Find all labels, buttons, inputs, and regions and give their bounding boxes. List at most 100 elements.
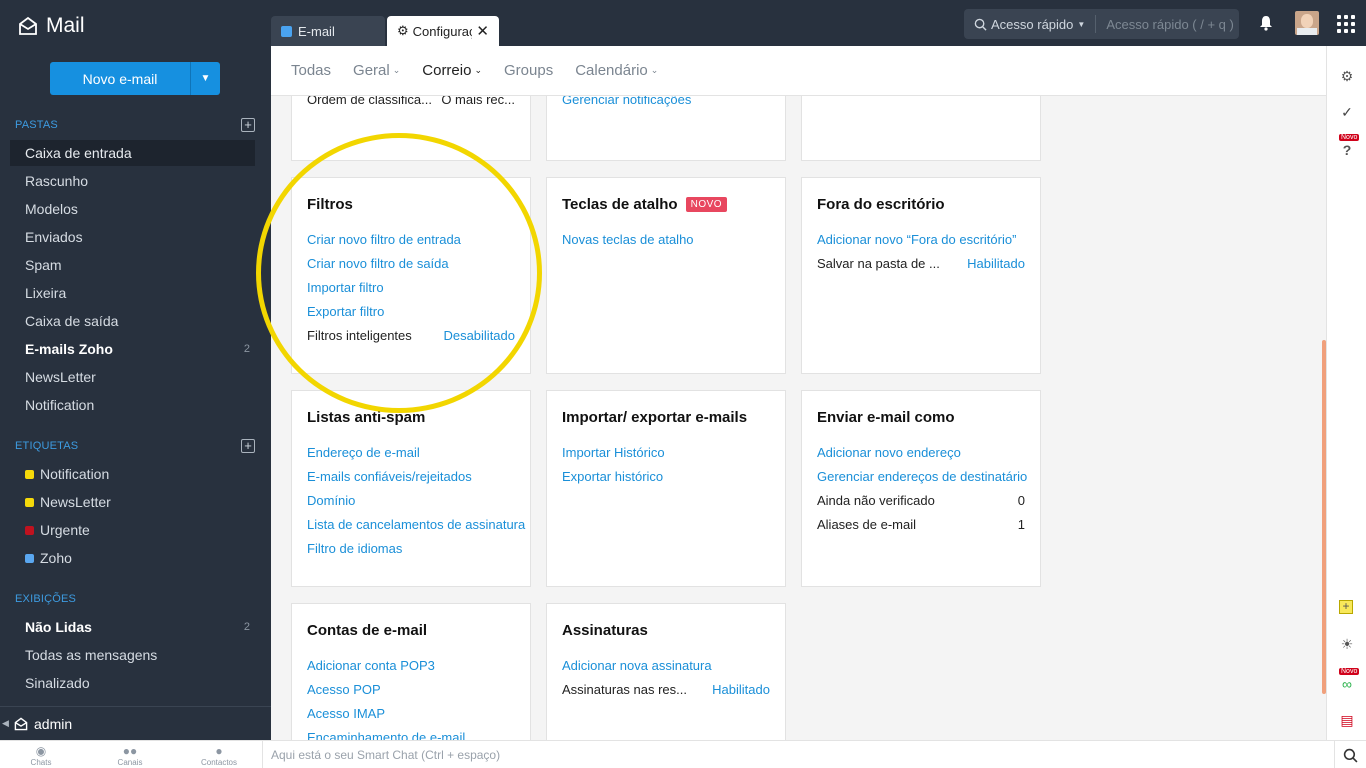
tag-item[interactable]: Zoho bbox=[10, 545, 255, 571]
view-label: Não Lidas bbox=[25, 619, 92, 635]
unread-count: 2 bbox=[243, 621, 250, 633]
person-icon: ● bbox=[215, 744, 223, 758]
card-signatures: Assinaturas Adicionar nova assinatura As… bbox=[546, 603, 786, 740]
card-email-accounts: Contas de e-mail Adicionar conta POP3 Ac… bbox=[291, 603, 531, 740]
add-note-icon[interactable]: + bbox=[1339, 600, 1353, 614]
folder-item-inbox[interactable]: Caixa de entrada bbox=[10, 140, 255, 166]
language-filter-link[interactable]: Filtro de idiomas bbox=[307, 536, 515, 560]
user-avatar[interactable] bbox=[1295, 11, 1319, 35]
subnav-groups[interactable]: Groups bbox=[504, 62, 553, 79]
account-switcher[interactable]: ◀ admin bbox=[0, 706, 271, 740]
contacts-button[interactable]: ● Contactos bbox=[189, 744, 249, 767]
add-address-link[interactable]: Adicionar novo endereço bbox=[817, 440, 1025, 464]
avatar-shirt bbox=[1297, 28, 1317, 35]
help-icon[interactable]: ? bbox=[1339, 142, 1355, 158]
card-title: Enviar e-mail como bbox=[817, 407, 1025, 427]
smart-chat-search-button[interactable] bbox=[1334, 741, 1366, 768]
weather-icon[interactable]: ☀ bbox=[1339, 636, 1355, 652]
unsubscribe-list-link[interactable]: Lista de cancelamentos de assinatura bbox=[307, 512, 525, 536]
save-folder-toggle[interactable]: Habilitado bbox=[967, 256, 1025, 271]
new-mail-dropdown[interactable]: ▼ bbox=[190, 62, 220, 95]
feedback-icon[interactable]: ▤ bbox=[1339, 712, 1355, 728]
manage-notifications-link[interactable]: Gerenciar notificações bbox=[562, 96, 770, 111]
views-section-title: EXIBIÇÕES bbox=[15, 593, 77, 605]
create-incoming-filter-link[interactable]: Criar novo filtro de entrada bbox=[307, 227, 515, 251]
chats-button[interactable]: ◉ Chats bbox=[11, 744, 71, 767]
folder-item-templates[interactable]: Modelos bbox=[10, 196, 255, 222]
add-folder-icon[interactable]: + bbox=[241, 118, 255, 132]
card-links: Criar novo filtro de entrada Criar novo … bbox=[307, 227, 515, 347]
quick-access-dropdown[interactable]: Acesso rápido ▼ bbox=[964, 15, 1097, 33]
add-tag-icon[interactable]: + bbox=[241, 439, 255, 453]
folder-item-newsletter[interactable]: NewsLetter bbox=[10, 364, 255, 390]
create-outgoing-filter-link[interactable]: Criar novo filtro de saída bbox=[307, 251, 515, 275]
chevron-down-icon: ⌄ bbox=[650, 65, 659, 75]
export-history-link[interactable]: Exportar histórico bbox=[562, 464, 770, 488]
card-display-partial: Ordem de classifica... O mais rec... bbox=[291, 96, 531, 161]
import-history-link[interactable]: Importar Histórico bbox=[562, 440, 770, 464]
pop-access-link[interactable]: Acesso POP bbox=[307, 677, 515, 701]
quick-access-label: Acesso rápido bbox=[991, 16, 1074, 32]
notification-bell-icon[interactable] bbox=[1259, 15, 1273, 31]
import-filter-link[interactable]: Importar filtro bbox=[307, 275, 515, 299]
card-links: Adicionar novo “Fora do escritório” Salv… bbox=[817, 227, 1025, 275]
imap-access-link[interactable]: Acesso IMAP bbox=[307, 701, 515, 725]
folder-item-sent[interactable]: Enviados bbox=[10, 224, 255, 250]
domain-link[interactable]: Domínio bbox=[307, 488, 515, 512]
mail-logo-icon bbox=[19, 16, 37, 35]
tag-item[interactable]: Urgente bbox=[10, 517, 255, 543]
chevron-left-icon: ◀ bbox=[2, 718, 9, 728]
gear-icon[interactable]: ⚙ bbox=[1339, 68, 1355, 84]
add-out-of-office-link[interactable]: Adicionar novo “Fora do escritório” bbox=[817, 227, 1025, 251]
tag-item[interactable]: NewsLetter bbox=[10, 489, 255, 515]
search-input[interactable]: Acesso rápido ( / + q ) bbox=[1096, 17, 1234, 32]
checkmark-v-icon[interactable]: ✓ bbox=[1339, 104, 1355, 120]
integration-icon[interactable]: ∞ bbox=[1339, 676, 1355, 692]
tag-label: Urgente bbox=[40, 522, 90, 538]
tag-color-icon bbox=[25, 497, 34, 507]
new-shortcuts-link[interactable]: Novas teclas de atalho bbox=[562, 227, 770, 251]
folder-item-drafts[interactable]: Rascunho bbox=[10, 168, 255, 194]
subnav-calendar[interactable]: Calendário ⌄ bbox=[575, 62, 658, 79]
folder-item-spam[interactable]: Spam bbox=[10, 252, 255, 278]
reply-signatures-toggle[interactable]: Habilitado bbox=[712, 682, 770, 697]
add-signature-link[interactable]: Adicionar nova assinatura bbox=[562, 653, 770, 677]
card-links: Endereço de e-mail E-mails confiáveis/re… bbox=[307, 440, 525, 560]
view-item-all-messages[interactable]: Todas as mensagens bbox=[10, 642, 255, 668]
view-item-unread[interactable]: Não Lidas 2 bbox=[10, 614, 255, 640]
smart-filters-toggle[interactable]: Desabilitado bbox=[443, 328, 515, 343]
manage-recipient-addresses-link[interactable]: Gerenciar endereços de destinatário bbox=[817, 464, 1027, 488]
trusted-rejected-link[interactable]: E-mails confiáveis/rejeitados bbox=[307, 464, 515, 488]
setting-row[interactable]: Ordem de classifica... O mais rec... bbox=[307, 96, 515, 111]
close-tab-icon[interactable]: ✕ bbox=[476, 22, 489, 40]
setting-value: 0 bbox=[1017, 492, 1025, 508]
settings-subnav: Todas Geral ⌄ Correio ⌄ Groups Calendário ⌄ bbox=[271, 46, 1326, 96]
export-filter-link[interactable]: Exportar filtro bbox=[307, 299, 515, 323]
setting-key: Ordem de classifica... bbox=[307, 96, 432, 107]
channels-button[interactable]: ●● Canais bbox=[100, 744, 160, 767]
subnav-general[interactable]: Geral ⌄ bbox=[353, 62, 400, 79]
add-pop3-link[interactable]: Adicionar conta POP3 bbox=[307, 653, 515, 677]
tag-item[interactable]: Notification bbox=[10, 461, 255, 487]
folder-item-zoho-emails[interactable]: E-mails Zoho 2 bbox=[10, 336, 255, 362]
smart-chat-input[interactable]: Aqui está o seu Smart Chat (Ctrl + espaç… bbox=[262, 741, 1332, 768]
forwarding-link[interactable]: Encaminhamento de e-mail bbox=[307, 725, 515, 741]
tag-color-icon bbox=[25, 469, 34, 479]
tab-email[interactable]: E-mail bbox=[271, 16, 385, 46]
email-address-link[interactable]: Endereço de e-mail bbox=[307, 440, 515, 464]
folder-label: Rascunho bbox=[25, 173, 89, 189]
app-logo[interactable]: Mail bbox=[18, 12, 85, 40]
tab-settings[interactable]: ⚙ Configurações ✕ bbox=[387, 16, 499, 46]
view-item-flagged[interactable]: Sinalizado bbox=[10, 670, 255, 696]
search-icon bbox=[1343, 748, 1358, 762]
chat-bubble-icon: ◉ bbox=[35, 744, 47, 758]
subnav-mail[interactable]: Correio ⌄ bbox=[422, 62, 482, 79]
folder-item-notification[interactable]: Notification bbox=[10, 392, 255, 418]
card-links: Adicionar nova assinatura Assinaturas na… bbox=[562, 653, 770, 701]
folder-item-trash[interactable]: Lixeira bbox=[10, 280, 255, 306]
app-launcher-icon[interactable] bbox=[1337, 15, 1355, 33]
subnav-all[interactable]: Todas bbox=[291, 62, 331, 79]
new-mail-button[interactable]: Novo e-mail bbox=[50, 62, 190, 95]
folder-item-outbox[interactable]: Caixa de saída bbox=[10, 308, 255, 334]
subnav-label: Groups bbox=[504, 62, 554, 79]
